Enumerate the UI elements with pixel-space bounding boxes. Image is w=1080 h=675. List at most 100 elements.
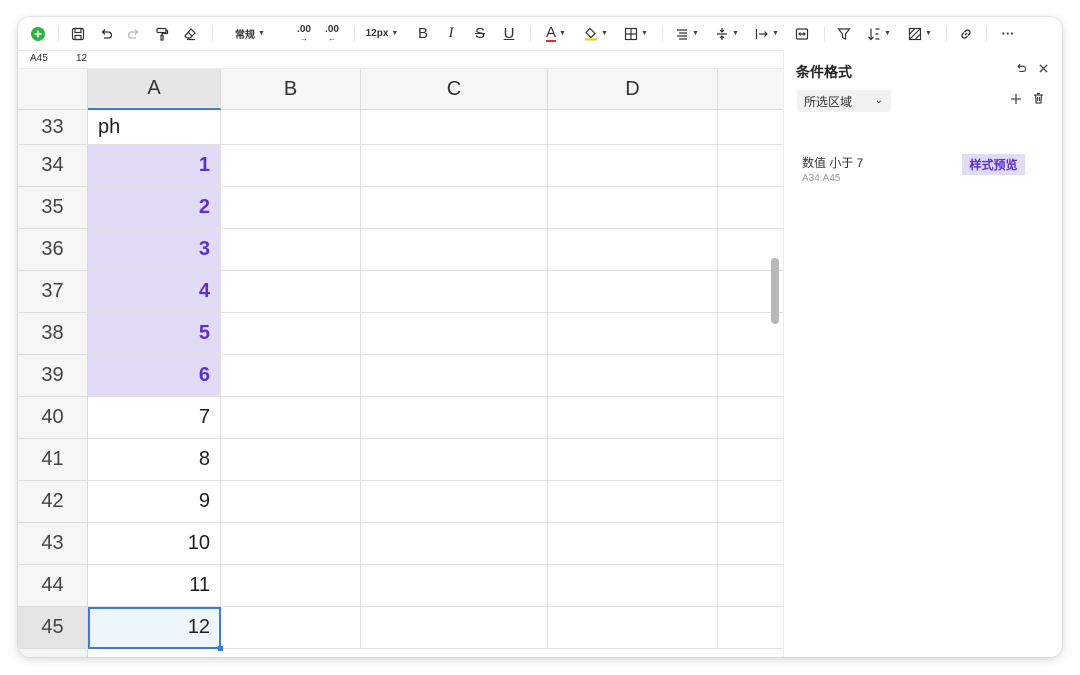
cell-b35[interactable] — [221, 187, 361, 229]
vertical-align-dropdown[interactable]: ▼ — [712, 17, 742, 50]
cell-b38[interactable] — [221, 313, 361, 355]
delete-icon[interactable] — [1033, 92, 1044, 107]
row-header[interactable]: 34 — [18, 145, 88, 187]
cell-d43[interactable] — [548, 523, 718, 565]
cell-a36[interactable]: 3 — [88, 229, 221, 271]
cell-c41[interactable] — [361, 439, 548, 481]
format-painter-icon[interactable] — [152, 17, 172, 50]
cell-b44[interactable] — [221, 565, 361, 607]
text-wrap-dropdown[interactable]: ▼ — [752, 17, 782, 50]
filter-button[interactable] — [834, 17, 854, 50]
cell-d35[interactable] — [548, 187, 718, 229]
column-header-d[interactable]: D — [548, 69, 718, 110]
decimal-decrease-button[interactable]: .00 ← — [320, 17, 344, 50]
vertical-scrollbar[interactable] — [771, 258, 779, 324]
cell-b43[interactable] — [221, 523, 361, 565]
cell-d40[interactable] — [548, 397, 718, 439]
link-button[interactable] — [956, 17, 976, 50]
cell-d39[interactable] — [548, 355, 718, 397]
cell-d36[interactable] — [548, 229, 718, 271]
row-header[interactable]: 42 — [18, 481, 88, 523]
fill-color-dropdown[interactable]: ▼ — [580, 17, 612, 50]
cell-b36[interactable] — [221, 229, 361, 271]
cell-e34[interactable] — [718, 145, 783, 187]
cell-b40[interactable] — [221, 397, 361, 439]
clear-format-icon[interactable] — [180, 17, 200, 50]
cell-e33[interactable] — [718, 110, 783, 145]
cell-e40[interactable] — [718, 397, 783, 439]
cell-e41[interactable] — [718, 439, 783, 481]
strikethrough-button[interactable]: S — [471, 17, 489, 50]
cell-d33[interactable] — [548, 110, 718, 145]
cell-d42[interactable] — [548, 481, 718, 523]
cell-reference[interactable]: A45 — [30, 53, 48, 64]
cell-d45[interactable] — [548, 607, 718, 649]
close-icon[interactable] — [1038, 62, 1049, 77]
more-button[interactable]: ··· — [996, 17, 1020, 50]
cell-b45[interactable] — [221, 607, 361, 649]
cell-e45[interactable] — [718, 607, 783, 649]
row-header[interactable]: 44 — [18, 565, 88, 607]
italic-button[interactable]: I — [442, 17, 460, 50]
row-header[interactable]: 36 — [18, 229, 88, 271]
cell-d44[interactable] — [548, 565, 718, 607]
row-header[interactable]: 33 — [18, 110, 88, 145]
cell-b33[interactable] — [221, 110, 361, 145]
cell-a35[interactable]: 2 — [88, 187, 221, 229]
column-header-b[interactable]: B — [221, 69, 361, 110]
cell-a39[interactable]: 6 — [88, 355, 221, 397]
row-header[interactable]: 43 — [18, 523, 88, 565]
cell-a33[interactable]: ph — [88, 110, 221, 145]
cell-c44[interactable] — [361, 565, 548, 607]
column-header-a[interactable]: A — [88, 69, 221, 110]
cell-d37[interactable] — [548, 271, 718, 313]
row-header[interactable]: 35 — [18, 187, 88, 229]
style-preview[interactable]: 样式预览 — [962, 154, 1025, 175]
cell-a44[interactable]: 11 — [88, 565, 221, 607]
cell-c43[interactable] — [361, 523, 548, 565]
cell-c45[interactable] — [361, 607, 548, 649]
fill-handle[interactable] — [218, 646, 223, 651]
border-dropdown[interactable]: ▼ — [620, 17, 652, 50]
cell-b34[interactable] — [221, 145, 361, 187]
cell-c42[interactable] — [361, 481, 548, 523]
merge-cells-button[interactable] — [792, 17, 812, 50]
redo-icon[interactable] — [124, 17, 144, 50]
bold-button[interactable]: B — [414, 17, 432, 50]
cell-c34[interactable] — [361, 145, 548, 187]
cell-a42[interactable]: 9 — [88, 481, 221, 523]
cell-a40[interactable]: 7 — [88, 397, 221, 439]
cell-c36[interactable] — [361, 229, 548, 271]
cell-d34[interactable] — [548, 145, 718, 187]
row-header[interactable]: 45 — [18, 607, 88, 649]
cell-c40[interactable] — [361, 397, 548, 439]
add-rule-icon[interactable] — [1010, 92, 1022, 110]
add-icon[interactable] — [28, 17, 48, 50]
cell-a43[interactable]: 10 — [88, 523, 221, 565]
row-header[interactable]: 38 — [18, 313, 88, 355]
cell-e42[interactable] — [718, 481, 783, 523]
cell-c38[interactable] — [361, 313, 548, 355]
font-size-dropdown[interactable]: 12px ▼ — [362, 17, 402, 50]
scope-dropdown[interactable]: 所选区域 ⌄ — [797, 90, 891, 112]
number-format-dropdown[interactable]: 常规 ▼ — [230, 17, 270, 50]
underline-button[interactable]: U — [500, 17, 518, 50]
cell-c37[interactable] — [361, 271, 548, 313]
horizontal-align-dropdown[interactable]: ▼ — [672, 17, 702, 50]
cell-c33[interactable] — [361, 110, 548, 145]
decimal-increase-button[interactable]: .00 → — [292, 17, 316, 50]
row-header[interactable]: 39 — [18, 355, 88, 397]
cell-b41[interactable] — [221, 439, 361, 481]
row-header[interactable]: 41 — [18, 439, 88, 481]
font-color-dropdown[interactable]: A ▼ — [540, 17, 572, 50]
row-header[interactable]: 40 — [18, 397, 88, 439]
select-all-corner[interactable] — [18, 69, 88, 110]
row-header[interactable]: 37 — [18, 271, 88, 313]
cell-e35[interactable] — [718, 187, 783, 229]
column-header-c[interactable]: C — [361, 69, 548, 110]
panel-undo-icon[interactable] — [1015, 62, 1027, 77]
cell-b39[interactable] — [221, 355, 361, 397]
column-header-e[interactable] — [718, 69, 783, 110]
cell-a45[interactable]: 12 — [88, 607, 221, 649]
formula-value[interactable]: 12 — [76, 53, 87, 64]
